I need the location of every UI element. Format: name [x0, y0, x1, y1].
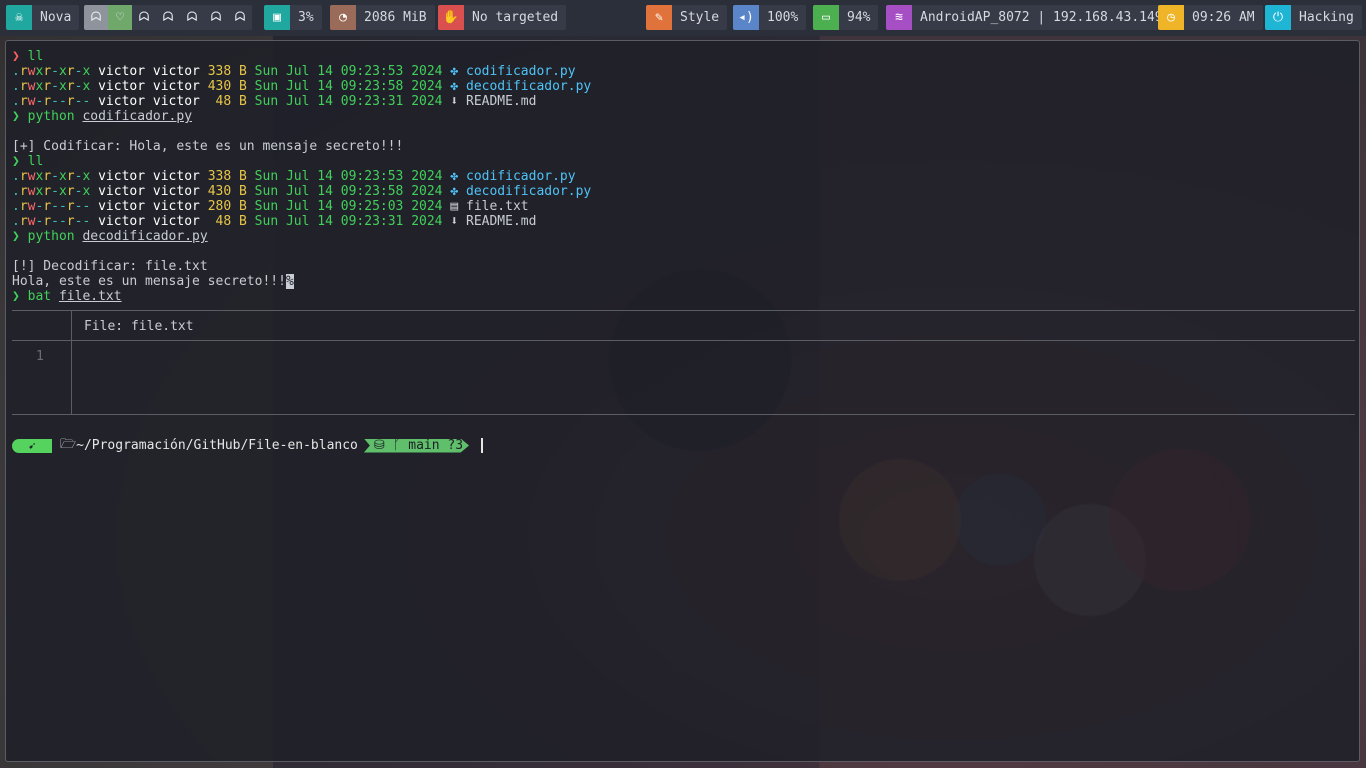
file-icon: ▤ [450, 199, 459, 214]
command-line: ❯ python decodificador.py [12, 229, 208, 244]
ghost-icon[interactable]: ᗣ [180, 5, 204, 30]
volume-module[interactable]: ◂) 100% [733, 5, 807, 30]
memory-value: 2086 MiB [364, 10, 427, 25]
bat-gutter-divider [71, 310, 72, 414]
power-icon: ⏻ [1265, 5, 1291, 30]
network-value: AndroidAP_8072 | 192.168.43.149 [920, 10, 1163, 25]
terminal-window[interactable]: ❯ ll .rwxr-xr-x victor victor 338 B Sun … [5, 40, 1360, 762]
python-icon: ✤ [450, 79, 459, 94]
volume-value: 100% [767, 10, 799, 25]
battery-value: 94% [847, 10, 871, 25]
target-value: No targeted [472, 10, 559, 25]
python-icon: ✤ [450, 169, 459, 184]
workspace-switcher[interactable]: ᗣ ♡ ᗣ ᗣ ᗣ ᗣ ᗣ [84, 5, 252, 30]
command-line: ❯ ll [12, 154, 44, 169]
shell-prompt[interactable]: ➹ 🗁 ~/Programación/GitHub/File-en-blanco … [12, 437, 484, 454]
ghost-icon[interactable]: ᗣ [132, 5, 156, 30]
output-line: [!] Decodificar: file.txt [12, 259, 208, 274]
python-icon: ✤ [450, 64, 459, 79]
workspace-label: Nova [40, 10, 72, 25]
output-line: [+] Codificar: Hola, este es un mensaje … [12, 139, 404, 154]
battery-module[interactable]: ▭ 94% [813, 5, 879, 30]
top-bar: ☠ Nova ᗣ ♡ ᗣ ᗣ ᗣ ᗣ ᗣ ▣ 3% ◔ 2086 MiB ✋ N… [0, 0, 1366, 36]
bat-border-mid [12, 340, 1355, 341]
ghost-icon[interactable]: ᗣ [204, 5, 228, 30]
ls-row: .rwxr-xr-x victor victor 338 B Sun Jul 1… [12, 64, 576, 79]
cpu-icon: ▣ [264, 5, 290, 30]
ghost-icon[interactable]: ᗣ [156, 5, 180, 30]
power-module[interactable]: ⏻ Hacking [1265, 5, 1362, 30]
git-status: ⛁ ᚴ main ?3 [363, 438, 470, 453]
battery-icon: ▭ [813, 5, 839, 30]
bat-border-bottom [12, 414, 1355, 415]
download-icon: ⬇ [450, 214, 459, 229]
ls-row: .rw-r--r-- victor victor 280 B Sun Jul 1… [12, 199, 529, 214]
python-icon: ✤ [450, 184, 459, 199]
ls-row: .rw-r--r-- victor victor 48 B Sun Jul 14… [12, 214, 537, 229]
heart-icon[interactable]: ♡ [108, 5, 132, 30]
clock-module[interactable]: ◷ 09:26 AM [1158, 5, 1263, 30]
style-label: Style [680, 10, 720, 25]
workspace-module[interactable]: ☠ Nova [6, 5, 80, 30]
target-icon: ✋ [438, 5, 464, 30]
pie-icon: ◔ [330, 5, 356, 30]
network-module[interactable]: ≋ AndroidAP_8072 | 192.168.43.149 [886, 5, 1171, 30]
volume-icon: ◂) [733, 5, 759, 30]
target-module[interactable]: ✋ No targeted [438, 5, 567, 30]
output-line: Hola, este es un mensaje secreto!!!% [12, 274, 294, 289]
ls-row: .rw-r--r-- victor victor 48 B Sun Jul 14… [12, 94, 537, 109]
clock-value: 09:26 AM [1192, 10, 1255, 25]
bat-file-header: File: file.txt [84, 319, 194, 334]
cpu-module[interactable]: ▣ 3% [264, 5, 322, 30]
arch-icon: ➹ [12, 438, 52, 453]
ls-row: .rwxr-xr-x victor victor 430 B Sun Jul 1… [12, 79, 592, 94]
wifi-icon: ≋ [886, 5, 912, 30]
download-icon: ⬇ [450, 94, 459, 109]
command-line: ❯ bat file.txt [12, 289, 122, 304]
cpu-value: 3% [298, 10, 314, 25]
bat-line-number: 1 [36, 349, 44, 364]
power-label: Hacking [1299, 10, 1354, 25]
ghost-icon[interactable]: ᗣ [84, 5, 108, 30]
memory-module[interactable]: ◔ 2086 MiB [330, 5, 435, 30]
ls-row: .rwxr-xr-x victor victor 338 B Sun Jul 1… [12, 169, 576, 184]
prompt-path: 🗁 ~/Programación/GitHub/File-en-blanco [52, 437, 364, 454]
command-line: ❯ python codificador.py [12, 109, 193, 124]
branch-icon: ᚴ [392, 438, 401, 453]
style-module[interactable]: ✎ Style [646, 5, 728, 30]
ghost-icon[interactable]: ᗣ [228, 5, 252, 30]
text-cursor [481, 438, 484, 453]
bat-border-top [12, 310, 1355, 311]
github-icon: ⛁ [373, 438, 385, 453]
command-line: ❯ ll [12, 49, 44, 64]
clock-icon: ◷ [1158, 5, 1184, 30]
brush-icon: ✎ [646, 5, 672, 30]
skull-icon: ☠ [6, 5, 32, 30]
ls-row: .rwxr-xr-x victor victor 430 B Sun Jul 1… [12, 184, 592, 199]
folder-icon: 🗁 [60, 436, 77, 452]
